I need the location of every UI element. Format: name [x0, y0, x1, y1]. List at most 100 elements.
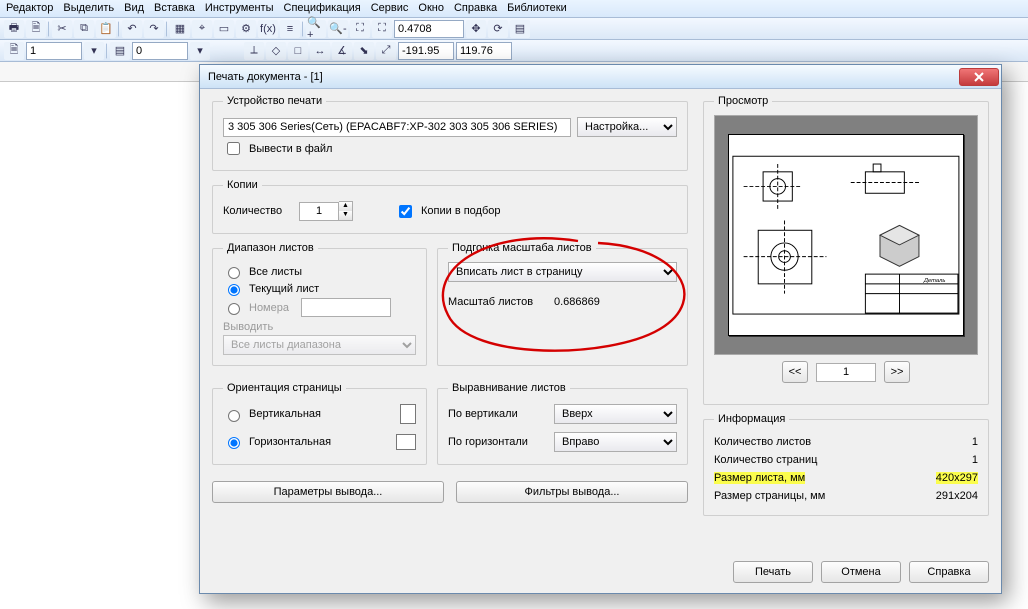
fit-select[interactable]: Вписать лист в страницу — [448, 262, 677, 282]
menu-insert[interactable]: Вставка — [154, 2, 195, 15]
drawing-icon: Деталь — [729, 135, 963, 335]
menu-service[interactable]: Сервис — [371, 2, 409, 15]
svg-text:Деталь: Деталь — [923, 278, 946, 284]
scroll-icon[interactable]: ▤ — [510, 20, 530, 38]
snap-icon[interactable]: ⌖ — [192, 20, 212, 38]
separator — [118, 21, 120, 37]
coord-y-input[interactable] — [456, 42, 512, 60]
fx-icon[interactable]: f(x) — [258, 20, 278, 38]
align-group: Выравнивание листов По вертикали Вверх П… — [437, 382, 688, 465]
range-numbers-input[interactable] — [301, 298, 391, 317]
next-page-button[interactable]: >> — [884, 361, 910, 383]
filters-button[interactable]: Фильтры вывода... — [456, 481, 688, 503]
settings-button[interactable]: Настройка... — [577, 117, 677, 137]
dropdown-icon[interactable]: ▾ — [84, 42, 104, 60]
zoom-all-icon[interactable]: ⛶ — [372, 20, 392, 38]
range-numbers-label: Номера — [249, 302, 289, 314]
range-current-label: Текущий лист — [249, 283, 319, 295]
menu-window[interactable]: Окно — [418, 2, 444, 15]
dialog-title: Печать документа - [1] — [208, 71, 323, 83]
device-name-field[interactable] — [223, 118, 571, 137]
page-number-input[interactable] — [816, 363, 876, 382]
refresh-icon[interactable]: ⟳ — [488, 20, 508, 38]
orientation-group-label: Ориентация страницы — [223, 382, 346, 394]
vars-icon[interactable]: ≡ — [280, 20, 300, 38]
separator — [48, 21, 50, 37]
prev-page-button[interactable]: << — [782, 361, 808, 383]
page-landscape-icon — [396, 434, 416, 450]
print-dialog: Печать документа - [1] Устройство печати… — [199, 64, 1002, 594]
range-current-radio[interactable] — [228, 284, 240, 296]
pan-icon[interactable]: ✥ — [466, 20, 486, 38]
output-select[interactable]: Все листы диапазона — [223, 335, 416, 355]
range-numbers-radio[interactable] — [228, 303, 240, 315]
page-portrait-icon — [400, 404, 416, 424]
tool-icon[interactable]: ⚙ — [236, 20, 256, 38]
menu-tools[interactable]: Инструменты — [205, 2, 274, 15]
menu-libraries[interactable]: Библиотеки — [507, 2, 567, 15]
copies-group: Копии Количество ▲▼ Копии в подбор — [212, 179, 688, 234]
menu-help[interactable]: Справка — [454, 2, 497, 15]
layers-icon[interactable]: ▤ — [110, 42, 130, 60]
toolbar-1: 🖶 🗎 ✂ ⧉ 📋 ↶ ↷ ▦ ⌖ ▭ ⚙ f(x) ≡ 🔍+ 🔍- ⛶ ⛶ ✥… — [0, 18, 1028, 40]
doc-icon[interactable]: 🗎 — [4, 42, 24, 60]
print-icon[interactable]: 🖶 — [4, 20, 24, 38]
menubar[interactable]: Редактор Выделить Вид Вставка Инструмент… — [0, 0, 1028, 18]
spin-down-icon[interactable]: ▼ — [339, 211, 352, 220]
output-label: Выводить — [223, 321, 416, 333]
range-group: Диапазон листов Все листы Текущий лист Н… — [212, 242, 427, 366]
separator — [166, 21, 168, 37]
snap2-icon[interactable]: ◇ — [266, 42, 286, 60]
params-button[interactable]: Параметры вывода... — [212, 481, 444, 503]
align-v-select[interactable]: Вверх — [554, 404, 677, 424]
menu-view[interactable]: Вид — [124, 2, 144, 15]
menu-select[interactable]: Выделить — [63, 2, 114, 15]
preview-icon[interactable]: 🗎 — [26, 20, 46, 38]
range-all-label: Все листы — [249, 266, 302, 278]
help-button[interactable]: Справка — [909, 561, 989, 583]
cs-icon[interactable]: ⬊ — [354, 42, 374, 60]
cancel-button[interactable]: Отмена — [821, 561, 901, 583]
range-group-label: Диапазон листов — [223, 242, 318, 254]
zoom-out-icon[interactable]: 🔍- — [328, 20, 348, 38]
paste-icon[interactable]: 📋 — [96, 20, 116, 38]
dim-icon[interactable]: ↔ — [310, 42, 330, 60]
layer-input[interactable] — [132, 42, 188, 60]
zoom-value-input[interactable] — [394, 20, 464, 38]
osnap-icon[interactable]: □ — [288, 42, 308, 60]
align-h-select[interactable]: Вправо — [554, 432, 677, 452]
titlebar[interactable]: Печать документа - [1] — [200, 65, 1001, 89]
fit-group-label: Подгонка масштаба листов — [448, 242, 596, 254]
dropdown-icon[interactable]: ▾ — [190, 42, 210, 60]
ortho-icon[interactable]: ⟂ — [244, 42, 264, 60]
device-group: Устройство печати Настройка... Вывести в… — [212, 95, 688, 171]
coord-x-input[interactable] — [398, 42, 454, 60]
layer-icon[interactable]: ▭ — [214, 20, 234, 38]
grid-icon[interactable]: ▦ — [170, 20, 190, 38]
fit-group: Подгонка масштаба листов Вписать лист в … — [437, 242, 688, 366]
qty-input[interactable] — [299, 202, 339, 221]
orient-h-radio[interactable] — [228, 437, 240, 449]
menu-spec[interactable]: Спецификация — [284, 2, 361, 15]
zoom-in-icon[interactable]: 🔍+ — [306, 20, 326, 38]
zoom-fit-icon[interactable]: ⛶ — [350, 20, 370, 38]
cut-icon[interactable]: ✂ — [52, 20, 72, 38]
ang-icon[interactable]: ∡ — [332, 42, 352, 60]
undo-icon[interactable]: ↶ — [122, 20, 142, 38]
ucs-icon[interactable]: ⤢ — [376, 42, 396, 60]
print-button[interactable]: Печать — [733, 561, 813, 583]
fit-scale-value: 0.686869 — [554, 296, 600, 308]
spin-up-icon[interactable]: ▲ — [339, 202, 352, 211]
close-button[interactable] — [959, 68, 999, 86]
range-all-radio[interactable] — [228, 267, 240, 279]
menu-editor[interactable]: Редактор — [6, 2, 53, 15]
info-row: Размер страницы, мм291x204 — [714, 487, 978, 505]
collate-checkbox[interactable] — [399, 205, 412, 218]
orient-v-radio[interactable] — [228, 410, 240, 422]
page-input[interactable] — [26, 42, 82, 60]
output-to-file-checkbox[interactable] — [227, 142, 240, 155]
info-row: Размер листа, мм420x297 — [714, 469, 978, 487]
copy-icon[interactable]: ⧉ — [74, 20, 94, 38]
preview-sheet: Деталь — [728, 134, 964, 336]
redo-icon[interactable]: ↷ — [144, 20, 164, 38]
